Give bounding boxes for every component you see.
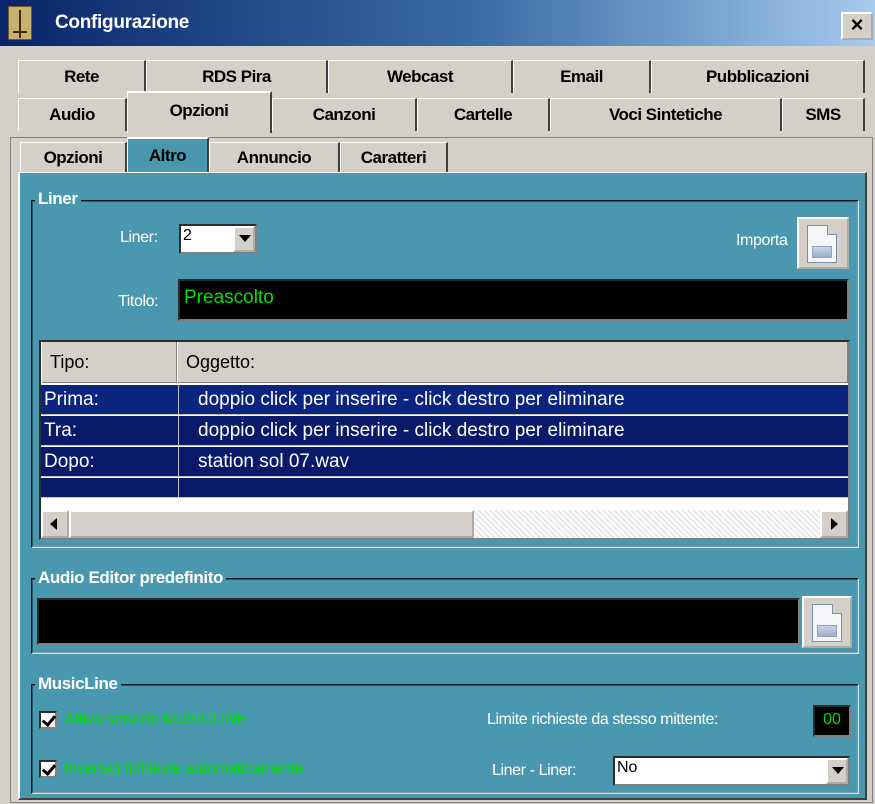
liner-select-value: 2 — [183, 227, 192, 244]
subtab-altro[interactable]: Altro — [127, 137, 209, 176]
column-header-tipo[interactable]: Tipo: — [41, 342, 177, 383]
column-header-oggetto[interactable]: Oggetto: — [177, 342, 848, 383]
importa-label: Importa — [736, 232, 788, 249]
table-row[interactable]: Tra: doppio click per inserire - click d… — [41, 416, 848, 446]
window-title: Configurazione — [55, 12, 190, 33]
subtab-annuncio[interactable]: Annuncio — [209, 142, 340, 174]
musicline-legend: MusicLine — [35, 674, 121, 694]
attiva-label: Attiva servizio MUSICLINE — [64, 711, 247, 728]
cell-oggetto: doppio click per inserire - click destro… — [198, 420, 625, 441]
scrollbar-thumb[interactable] — [69, 510, 474, 538]
chevron-down-icon[interactable] — [826, 758, 848, 784]
close-button[interactable]: × — [841, 12, 873, 40]
horizontal-scrollbar[interactable] — [41, 510, 848, 538]
liner-select[interactable]: 2 — [179, 224, 257, 254]
title-bar: Configurazione × — [0, 0, 875, 46]
titolo-input[interactable]: Preascolto — [178, 279, 849, 321]
chevron-down-icon[interactable] — [233, 226, 255, 252]
audio-editor-browse-button[interactable] — [802, 596, 852, 648]
limite-label: Limite richieste da stesso mittente: — [487, 711, 719, 728]
liner-liner-select-value: No — [617, 759, 638, 776]
cell-oggetto: station sol 07.wav — [198, 451, 350, 472]
document-icon — [812, 604, 842, 642]
cell-tipo: Dopo: — [44, 451, 95, 472]
limite-input[interactable]: 00 — [813, 705, 851, 737]
tab-rds-pira[interactable]: RDS Pira — [146, 60, 328, 93]
tower-icon — [8, 6, 32, 40]
document-icon — [807, 225, 837, 263]
tab-webcast[interactable]: Webcast — [328, 60, 513, 93]
liner-label: Liner: — [120, 229, 158, 246]
liner-legend: Liner — [35, 189, 81, 209]
tab-canzoni[interactable]: Canzoni — [272, 98, 417, 131]
cell-oggetto: doppio click per inserire - click destro… — [198, 389, 625, 410]
tab-opzioni[interactable]: Opzioni — [127, 91, 272, 133]
tab-pubblicazioni[interactable]: Pubblicazioni — [651, 60, 865, 93]
tab-voci-sintetiche[interactable]: Voci Sintetiche — [550, 98, 782, 131]
inserisci-label: Inserisci richieste automaticamente — [64, 760, 304, 777]
grid-header: Tipo: Oggetto: — [41, 342, 848, 383]
scroll-right-icon[interactable] — [820, 510, 848, 538]
tab-sms[interactable]: SMS — [782, 98, 865, 131]
liner-liner-select[interactable]: No — [613, 756, 850, 786]
subtab-opzioni[interactable]: Opzioni — [20, 142, 127, 174]
liner-liner-label: Liner - Liner: — [492, 762, 577, 779]
table-row[interactable]: Prima: doppio click per inserire - click… — [41, 385, 848, 415]
cell-tipo: Tra: — [44, 420, 78, 441]
audio-editor-legend: Audio Editor predefinito — [35, 568, 226, 588]
tab-cartelle[interactable]: Cartelle — [417, 98, 550, 131]
attiva-checkbox[interactable] — [39, 711, 57, 729]
table-row[interactable]: Dopo: station sol 07.wav — [41, 447, 848, 477]
titolo-label: Titolo: — [118, 293, 159, 310]
scroll-left-icon[interactable] — [41, 510, 69, 538]
subtab-caratteri[interactable]: Caratteri — [340, 142, 448, 174]
cell-tipo: Prima: — [44, 389, 99, 410]
tab-email[interactable]: Email — [513, 60, 651, 93]
inserisci-checkbox[interactable] — [39, 760, 57, 778]
table-row[interactable] — [41, 478, 848, 498]
importa-button[interactable] — [797, 217, 849, 269]
liner-grid[interactable]: Tipo: Oggetto: Prima: doppio click per i… — [39, 340, 850, 540]
audio-editor-input[interactable] — [37, 598, 800, 645]
tab-audio[interactable]: Audio — [18, 98, 127, 131]
tab-rete[interactable]: Rete — [18, 60, 146, 93]
